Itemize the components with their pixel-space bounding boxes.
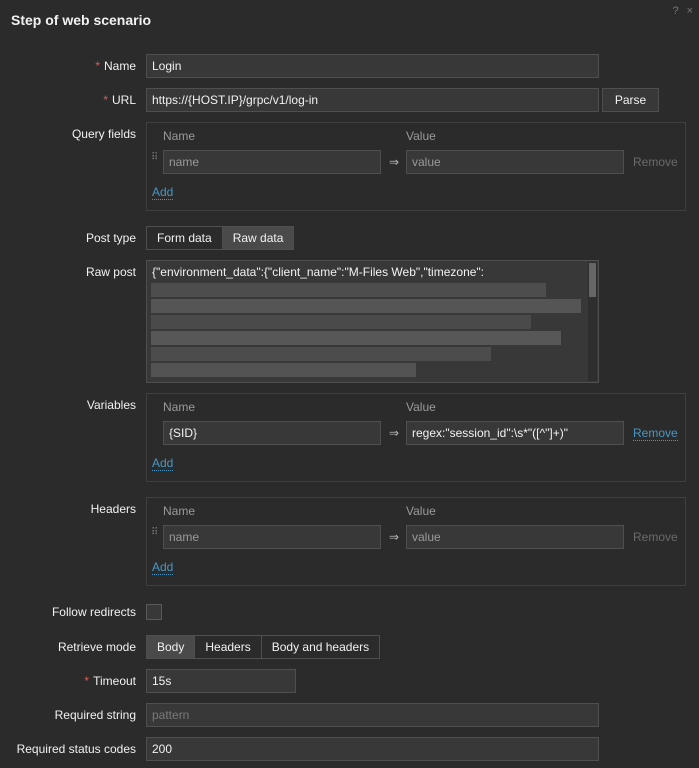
query-fields-value-header: Value xyxy=(406,129,436,143)
required-asterisk: * xyxy=(95,59,100,73)
redacted-line xyxy=(151,347,491,361)
post-type-label: Post type xyxy=(85,231,136,245)
close-icon[interactable]: × xyxy=(687,5,693,17)
raw-post-scroll-thumb[interactable] xyxy=(589,263,596,297)
headers-name-header: Name xyxy=(163,504,196,518)
query-fields-label: Query fields xyxy=(71,127,136,141)
headers-label: Headers xyxy=(90,502,136,516)
redacted-line xyxy=(151,331,561,345)
redacted-line xyxy=(151,363,416,377)
variable-add-button[interactable]: Add xyxy=(152,456,174,471)
retrieve-mode-headers[interactable]: Headers xyxy=(194,635,262,659)
query-field-remove-button: Remove xyxy=(633,155,678,169)
retrieve-mode-body[interactable]: Body xyxy=(146,635,196,659)
raw-post-textarea[interactable]: {"environment_data":{"client_name":"M-Fi… xyxy=(146,260,599,383)
timeout-input[interactable]: 15s xyxy=(146,669,296,693)
url-input[interactable]: https://{HOST.IP}/grpc/v1/log-in xyxy=(146,88,599,112)
retrieve-mode-toggle: Body Headers Body and headers xyxy=(146,635,381,659)
query-field-name-input[interactable]: name xyxy=(163,150,381,174)
name-label: * Name xyxy=(95,59,136,73)
help-icon[interactable]: ? xyxy=(672,5,678,17)
url-label: * URL xyxy=(103,93,136,107)
header-remove-button: Remove xyxy=(633,530,678,544)
dialog-title: Step of web scenario xyxy=(11,12,152,28)
raw-post-label: Raw post xyxy=(85,265,136,279)
drag-handle-icon[interactable]: ⠿ xyxy=(151,153,158,170)
name-input[interactable]: Login xyxy=(146,54,599,78)
variables-label: Variables xyxy=(86,398,136,412)
parse-button[interactable]: Parse xyxy=(602,88,659,112)
header-name-input[interactable]: name xyxy=(163,525,381,549)
post-type-toggle: Form data Raw data xyxy=(146,226,295,250)
redacted-line xyxy=(151,283,546,297)
required-asterisk: * xyxy=(84,674,90,688)
required-asterisk: * xyxy=(103,93,108,107)
drag-handle-icon[interactable]: ⠿ xyxy=(151,528,158,545)
variable-value-input[interactable]: regex:"session_id":\s*"([^"]+)" xyxy=(406,421,624,445)
header-value-input[interactable]: value xyxy=(406,525,624,549)
timeout-label: * Timeout xyxy=(84,674,136,688)
dialog-header-icons: ? × xyxy=(672,5,693,17)
required-status-codes-input[interactable]: 200 xyxy=(146,737,599,761)
variable-remove-button[interactable]: Remove xyxy=(633,426,678,441)
arrow-right-icon: ⇒ xyxy=(389,155,400,169)
query-field-add-button[interactable]: Add xyxy=(152,185,174,200)
required-status-codes-label: Required status codes xyxy=(16,742,136,756)
post-type-form-data[interactable]: Form data xyxy=(146,226,223,250)
variables-name-header: Name xyxy=(163,400,196,414)
required-string-input[interactable]: pattern xyxy=(146,703,599,727)
retrieve-mode-label: Retrieve mode xyxy=(57,640,136,654)
follow-redirects-checkbox[interactable] xyxy=(146,604,162,620)
post-type-raw-data[interactable]: Raw data xyxy=(221,226,295,250)
retrieve-mode-body-and-headers[interactable]: Body and headers xyxy=(260,635,381,659)
variables-value-header: Value xyxy=(406,400,436,414)
web-scenario-step-dialog: Step of web scenario ? × * Name Login * UR… xyxy=(0,0,699,768)
query-field-value-input[interactable]: value xyxy=(406,150,624,174)
arrow-right-icon: ⇒ xyxy=(389,426,400,440)
headers-value-header: Value xyxy=(406,504,436,518)
variable-name-input[interactable]: {SID} xyxy=(163,421,381,445)
arrow-right-icon: ⇒ xyxy=(389,530,400,544)
redacted-line xyxy=(151,299,581,313)
query-fields-name-header: Name xyxy=(163,129,196,143)
header-add-button[interactable]: Add xyxy=(152,560,174,575)
raw-post-first-line: {"environment_data":{"client_name":"M-Fi… xyxy=(152,265,485,279)
required-string-label: Required string xyxy=(54,708,136,722)
redacted-line xyxy=(151,315,531,329)
follow-redirects-label: Follow redirects xyxy=(51,605,136,619)
